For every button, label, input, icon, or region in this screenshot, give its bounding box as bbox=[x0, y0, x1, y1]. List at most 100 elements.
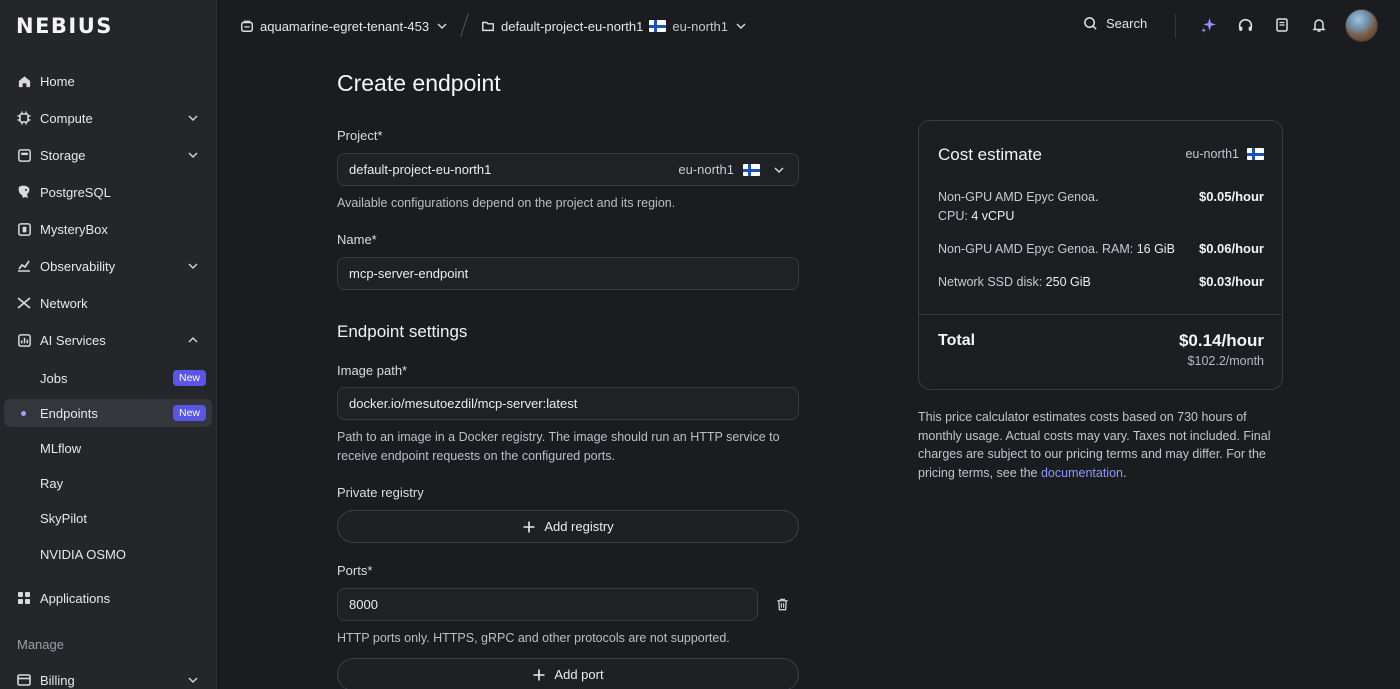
sidebar-item-label: Home bbox=[40, 73, 75, 89]
sidebar-item-label: PostgreSQL bbox=[40, 184, 111, 200]
sidebar-item-label: Billing bbox=[40, 672, 75, 688]
total-monthly-price: $102.2/month bbox=[1187, 354, 1264, 368]
sidebar-item-label: MysteryBox bbox=[40, 221, 108, 237]
sidebar-subitem-endpoints[interactable]: Endpoints New bbox=[4, 399, 212, 427]
trash-icon[interactable] bbox=[775, 597, 790, 612]
sidebar-item-label: Applications bbox=[40, 590, 111, 606]
ports-help-text: HTTP ports only. HTTPS, gRPC and other p… bbox=[337, 631, 730, 645]
project-select-value: default-project-eu-north1 bbox=[349, 162, 492, 177]
network-icon bbox=[16, 295, 32, 311]
sidebar-item-label: Jobs bbox=[40, 370, 68, 386]
postgres-icon bbox=[16, 184, 32, 200]
sidebar: NEBIUS Home Compute Storage PostgreSQL M… bbox=[0, 0, 217, 689]
active-indicator-dot bbox=[21, 410, 26, 416]
app-window: NEBIUS Home Compute Storage PostgreSQL M… bbox=[0, 0, 1400, 689]
sidebar-item-label: Ray bbox=[40, 475, 64, 491]
search-button[interactable]: Search bbox=[1083, 16, 1147, 31]
sidebar-item-ai-services[interactable]: AI Services bbox=[4, 326, 212, 354]
add-registry-button[interactable]: Add registry bbox=[337, 510, 799, 543]
project-select-region: eu-north1 bbox=[678, 162, 734, 177]
image-path-label: Image path* bbox=[337, 363, 408, 378]
storage-icon bbox=[16, 147, 32, 163]
name-input-value: mcp-server-endpoint bbox=[349, 266, 469, 281]
nebius-logo[interactable]: NEBIUS bbox=[16, 14, 113, 38]
search-label: Search bbox=[1106, 16, 1148, 31]
total-label: Total bbox=[938, 332, 976, 349]
total-hourly-price: $0.14/hour bbox=[1178, 331, 1264, 350]
cost-estimate-card: Cost estimate eu-north1 Non-GPU AMD Epyc… bbox=[918, 120, 1283, 390]
port-input[interactable]: 8000 bbox=[337, 588, 758, 621]
cost-row-price: $0.03/hour bbox=[1198, 274, 1264, 289]
name-label: Name* bbox=[337, 232, 377, 247]
cost-estimate-region: eu-north1 bbox=[1185, 147, 1264, 161]
sidebar-item-label: SkyPilot bbox=[40, 510, 87, 526]
sidebar-item-home[interactable]: Home bbox=[4, 67, 212, 95]
project-label: Project* bbox=[337, 128, 383, 143]
port-input-value: 8000 bbox=[349, 597, 378, 612]
topbar: aquamarine-egret-tenant-453 default-proj… bbox=[217, 0, 1400, 52]
finland-flag-icon bbox=[649, 20, 667, 32]
sidebar-subitem-ray[interactable]: Ray bbox=[4, 469, 212, 497]
tenant-selector[interactable]: aquamarine-egret-tenant-453 bbox=[240, 16, 449, 36]
add-registry-label: Add registry bbox=[544, 519, 614, 534]
project-name: default-project-eu-north1 bbox=[501, 18, 644, 34]
observability-icon bbox=[16, 258, 32, 274]
chevron-down-icon bbox=[188, 152, 198, 159]
sidebar-item-applications[interactable]: Applications bbox=[4, 584, 212, 612]
sidebar-item-network[interactable]: Network bbox=[4, 289, 212, 317]
tenant-icon bbox=[241, 20, 253, 32]
user-avatar[interactable] bbox=[1345, 9, 1378, 42]
chevron-up-icon bbox=[188, 336, 198, 343]
sidebar-item-label: Network bbox=[40, 295, 88, 311]
sidebar-item-label: Endpoints bbox=[40, 405, 98, 421]
notifications-button[interactable] bbox=[1310, 16, 1328, 34]
new-badge: New bbox=[172, 370, 206, 386]
chevron-down-icon bbox=[437, 23, 447, 30]
cost-row-ram: Non-GPU AMD Epyc Genoa. RAM: 16 GiB $0.0… bbox=[938, 240, 1264, 259]
sidebar-subitem-nvidia-osmo[interactable]: NVIDIA OSMO bbox=[4, 540, 212, 568]
finland-flag-icon bbox=[743, 164, 760, 176]
endpoint-settings-heading: Endpoint settings bbox=[337, 322, 468, 341]
sidebar-item-observability[interactable]: Observability bbox=[4, 252, 212, 280]
plus-icon bbox=[523, 521, 535, 532]
project-select[interactable]: default-project-eu-north1 eu-north1 bbox=[337, 153, 799, 186]
ports-label: Ports* bbox=[337, 563, 373, 578]
cost-estimate-title: Cost estimate bbox=[938, 145, 1042, 164]
pricing-note: This price calculator estimates costs ba… bbox=[918, 410, 1271, 480]
sidebar-item-compute[interactable]: Compute bbox=[4, 104, 212, 132]
add-port-button[interactable]: Add port bbox=[337, 658, 799, 689]
image-path-input[interactable]: docker.io/mesutoezdil/mcp-server:latest bbox=[337, 387, 799, 420]
sidebar-subitem-jobs[interactable]: Jobs New bbox=[4, 364, 212, 392]
headset-icon bbox=[1238, 18, 1252, 31]
plus-icon bbox=[533, 669, 545, 680]
sidebar-item-billing[interactable]: Billing bbox=[4, 666, 212, 689]
chevron-down-icon bbox=[188, 263, 198, 270]
documentation-link[interactable]: documentation bbox=[1041, 466, 1123, 480]
sidebar-item-postgresql[interactable]: PostgreSQL bbox=[4, 178, 212, 206]
home-icon bbox=[16, 73, 32, 89]
sidebar-item-label: Storage bbox=[40, 147, 86, 163]
sidebar-item-label: AI Services bbox=[40, 332, 106, 348]
folder-icon bbox=[482, 21, 494, 32]
billing-icon bbox=[16, 672, 32, 688]
docs-button[interactable] bbox=[1273, 16, 1291, 34]
image-path-help-text: Path to an image in a Docker registry. T… bbox=[337, 430, 780, 463]
tenant-name: aquamarine-egret-tenant-453 bbox=[260, 18, 430, 34]
bell-icon bbox=[1312, 19, 1326, 32]
search-icon bbox=[1084, 17, 1097, 30]
section-label-manage: Manage bbox=[17, 637, 64, 652]
ai-assistant-button[interactable] bbox=[1199, 16, 1217, 34]
support-button[interactable] bbox=[1236, 16, 1254, 34]
private-registry-label: Private registry bbox=[337, 485, 424, 500]
name-input[interactable]: mcp-server-endpoint bbox=[337, 257, 799, 290]
chevron-down-icon bbox=[736, 23, 746, 30]
project-selector[interactable]: default-project-eu-north1 eu-north1 bbox=[481, 16, 748, 36]
sidebar-subitem-mlflow[interactable]: MLflow bbox=[4, 434, 212, 462]
compute-icon bbox=[16, 110, 32, 126]
sidebar-subitem-skypilot[interactable]: SkyPilot bbox=[4, 504, 212, 532]
sidebar-item-storage[interactable]: Storage bbox=[4, 141, 212, 169]
cost-row-cpu: Non-GPU AMD Epyc Genoa. CPU: 4 vCPU $0.0… bbox=[938, 188, 1264, 225]
sidebar-item-mysterybox[interactable]: MysteryBox bbox=[4, 215, 212, 243]
mysterybox-icon bbox=[16, 221, 32, 237]
cost-row-detail: CPU: 4 vCPU bbox=[938, 208, 1015, 223]
